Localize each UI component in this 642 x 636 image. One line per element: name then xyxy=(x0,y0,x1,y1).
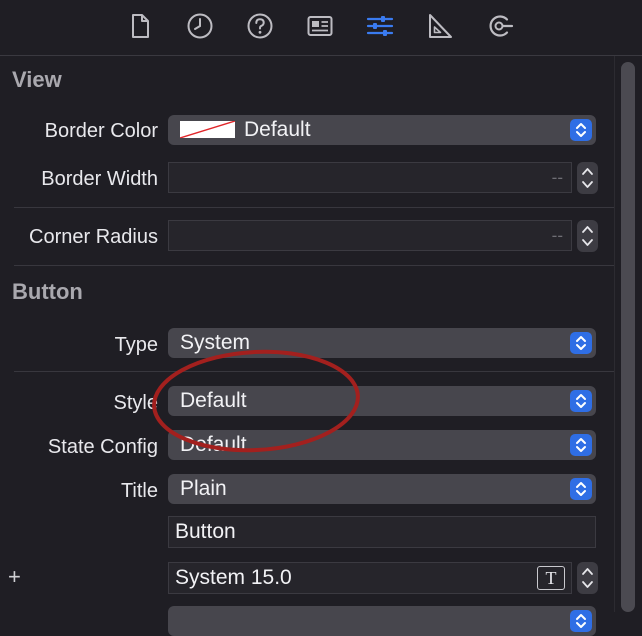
title-popup[interactable]: Plain xyxy=(168,474,596,504)
style-label: Style xyxy=(113,392,158,414)
ruler-icon xyxy=(429,14,452,38)
connections-inspector-tab[interactable] xyxy=(485,11,515,41)
attributes-panel: View Border Color Default Border Width -… xyxy=(0,56,614,636)
add-variation-button[interactable]: + xyxy=(8,564,21,590)
clock-icon xyxy=(187,13,213,39)
font-field[interactable]: System 15.0 T xyxy=(168,562,572,594)
history-inspector-tab[interactable] xyxy=(185,11,215,41)
corner-radius-placeholder: -- xyxy=(551,226,563,245)
chevron-updown-icon xyxy=(570,610,592,632)
border-color-popup[interactable]: Default xyxy=(168,115,596,145)
help-inspector-tab[interactable] xyxy=(245,11,275,41)
scroll-thumb[interactable] xyxy=(621,62,635,612)
border-color-label: Border Color xyxy=(44,120,158,142)
corner-radius-field[interactable]: -- xyxy=(168,220,572,251)
font-picker-icon[interactable]: T xyxy=(537,566,565,590)
border-width-stepper[interactable] xyxy=(577,162,598,194)
title-label: Title xyxy=(120,480,158,502)
chevron-updown-icon xyxy=(570,478,592,500)
identity-icon xyxy=(307,16,333,36)
inspector-toolbar xyxy=(0,0,642,56)
border-width-label: Border Width xyxy=(41,168,158,190)
title-value: Plain xyxy=(180,477,227,500)
border-color-value: Default xyxy=(244,118,311,141)
font-value: System 15.0 xyxy=(175,566,292,589)
color-swatch xyxy=(180,121,235,138)
identity-inspector-tab[interactable] xyxy=(305,11,335,41)
font-size-stepper[interactable] xyxy=(577,562,598,594)
title-text-field[interactable]: Button xyxy=(168,516,596,548)
title-text-value: Button xyxy=(175,520,236,543)
help-icon xyxy=(247,13,273,39)
attributes-inspector-tab[interactable] xyxy=(365,11,395,41)
scrollbar[interactable] xyxy=(614,56,642,612)
chevron-updown-icon xyxy=(570,434,592,456)
corner-radius-stepper[interactable] xyxy=(577,220,598,252)
connections-icon xyxy=(489,15,514,37)
button-section-title: Button xyxy=(12,279,83,304)
next-row-popup[interactable] xyxy=(168,606,596,636)
chevron-updown-icon xyxy=(570,119,592,141)
type-label: Type xyxy=(114,334,158,356)
file-icon xyxy=(132,14,149,38)
highlight-circle xyxy=(152,349,360,453)
border-width-field[interactable]: -- xyxy=(168,162,572,193)
sliders-icon xyxy=(366,16,394,36)
chevron-updown-icon xyxy=(570,332,592,354)
corner-radius-label: Corner Radius xyxy=(29,226,158,248)
divider xyxy=(14,207,614,208)
divider xyxy=(14,265,614,266)
file-inspector-tab[interactable] xyxy=(125,11,155,41)
state-config-label: State Config xyxy=(47,436,158,458)
border-width-placeholder: -- xyxy=(551,168,563,187)
chevron-updown-icon xyxy=(570,390,592,412)
view-section-title: View xyxy=(12,67,62,92)
size-inspector-tab[interactable] xyxy=(425,11,455,41)
